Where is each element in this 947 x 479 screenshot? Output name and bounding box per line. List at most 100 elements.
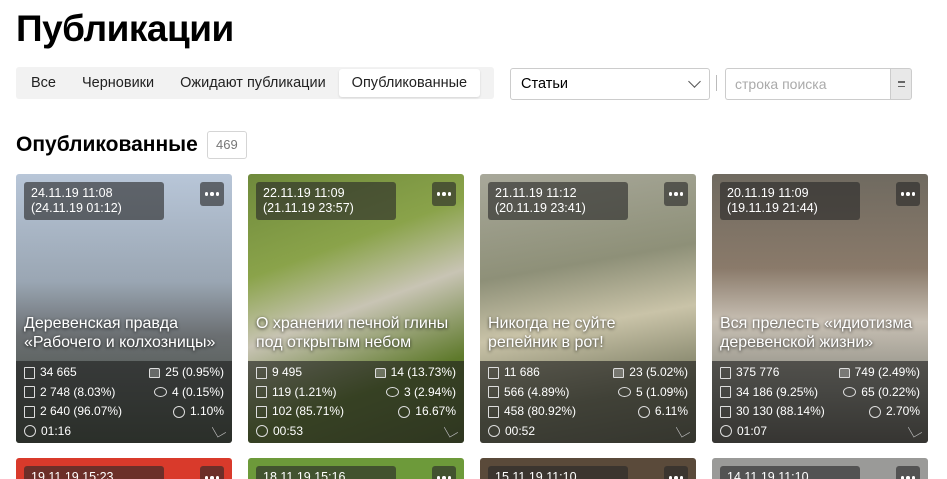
stat-right: 23 (5.02%)	[613, 365, 688, 380]
card-date: 22.11.19 11:09 (21.11.19 23:57)	[256, 182, 396, 220]
stats-row: 9 495 14 (13.73%)	[256, 365, 456, 380]
card-title: Никогда не суйте репейник в рот!	[488, 315, 616, 351]
stats-row: 01:07	[720, 421, 923, 439]
card-title: Деревенская правда «Рабочего и колхозниц…	[24, 315, 216, 351]
tab-all[interactable]: Все	[18, 69, 69, 97]
stat-right: 4 (0.15%)	[153, 385, 224, 400]
tab-drafts[interactable]: Черновики	[69, 69, 167, 97]
bars-icon	[172, 405, 185, 418]
attachment-icon	[907, 421, 923, 438]
card-stats: 9 495 14 (13.73%) 119 (1.21%) 3 (2.94%) 102 …	[248, 361, 464, 443]
engagement-value: 2.70%	[885, 404, 920, 418]
engagement-value: 1.10%	[189, 404, 224, 418]
card-title: О хранении печной глины под открытым неб…	[256, 315, 449, 351]
stat-left: 375 776	[720, 365, 779, 380]
more-options-button[interactable]	[664, 466, 688, 479]
card-stats: 11 686 23 (5.02%) 566 (4.89%) 5 (1.09%) 458 …	[480, 361, 696, 443]
created-date: (20.11.19 23:41)	[495, 201, 586, 215]
publication-card[interactable]: 24.11.19 11:08 (24.11.19 01:12) Деревенска…	[16, 174, 232, 443]
publish-date: 19.11.19 15:23	[31, 470, 114, 479]
finished-value: 458 (80.92%)	[504, 404, 577, 418]
publish-date: 18.11.19 15:16	[263, 470, 346, 479]
publish-date: 24.11.19 11:08	[31, 186, 113, 200]
card-title: Вся прелесть «идиотизма деревенской жизн…	[720, 315, 913, 351]
comment-icon	[843, 387, 857, 397]
publication-card[interactable]: 20.11.19 11:09 (19.11.19 21:44) Вся прелес…	[712, 174, 928, 443]
publish-date: 21.11.19 11:12	[495, 186, 577, 200]
read-time-value: 01:16	[41, 423, 72, 438]
more-options-button[interactable]	[896, 182, 920, 206]
stats-row: 458 (80.92%) 6.11%	[488, 404, 688, 419]
card-date: 14.11.19 11:10	[720, 466, 860, 479]
stat-left: 119 (1.21%)	[256, 385, 336, 400]
stat-left: 34 186 (9.25%)	[720, 385, 818, 400]
stat-left: 30 130 (88.14%)	[720, 404, 825, 419]
publish-date: 22.11.19 11:09	[263, 186, 345, 200]
views-value: 34 665	[40, 365, 77, 379]
publish-date: 15.11.19 11:10	[495, 470, 577, 479]
stat-right	[443, 421, 459, 438]
stat-right: 5 (1.09%)	[617, 385, 688, 400]
search-input[interactable]	[725, 68, 890, 100]
doc-icon	[488, 405, 499, 418]
stat-left: 00:53	[256, 424, 303, 439]
page-title: Публикации	[16, 8, 234, 49]
stats-row: 34 665 25 (0.95%)	[24, 365, 224, 380]
bars-icon	[868, 405, 881, 418]
finished-value: 2 640 (96.07%)	[40, 404, 123, 418]
more-options-button[interactable]	[896, 466, 920, 479]
finished-value: 30 130 (88.14%)	[736, 404, 825, 418]
more-options-button[interactable]	[432, 182, 456, 206]
stat-right	[675, 421, 691, 438]
stats-row: 2 640 (96.07%) 1.10%	[24, 404, 224, 419]
more-options-button[interactable]	[432, 466, 456, 479]
reads-value: 2 748 (8.03%)	[40, 384, 116, 399]
tab-scheduled[interactable]: Ожидают публикации	[167, 69, 339, 97]
views-value: 9 495	[272, 365, 303, 379]
comments-value: 65 (0.22%)	[861, 384, 920, 399]
publication-card[interactable]: 22.11.19 11:09 (21.11.19 23:57) О хранении…	[248, 174, 464, 443]
stat-right: 25 (0.95%)	[149, 365, 224, 380]
card-date: 19.11.19 15:23	[24, 466, 164, 479]
more-options-button[interactable]	[664, 182, 688, 206]
content-type-value: Статьи	[521, 76, 568, 92]
publication-card[interactable]: 15.11.19 11:10	[480, 458, 696, 479]
content-type-select[interactable]: Статьи	[510, 68, 710, 100]
more-options-button[interactable]	[200, 466, 224, 479]
publication-card[interactable]: 14.11.19 11:10	[712, 458, 928, 479]
thumb-up-icon	[613, 367, 625, 378]
stat-right: 749 (2.49%)	[838, 365, 920, 380]
stat-left: 566 (4.89%)	[488, 385, 569, 400]
search-settings-button[interactable]	[890, 68, 912, 100]
created-date: (19.11.19 21:44)	[727, 201, 818, 215]
engagement-value: 16.67%	[415, 404, 456, 418]
count-badge: 469	[207, 131, 247, 159]
stat-left: 34 665	[24, 365, 77, 380]
publication-tabs: Все Черновики Ожидают публикации Опублик…	[16, 67, 494, 99]
stat-right: 6.11%	[637, 404, 688, 419]
comment-icon	[617, 387, 631, 397]
stat-left: 9 495	[256, 365, 302, 380]
engagement-value: 6.11%	[654, 404, 688, 418]
section-title: Опубликованные	[16, 133, 198, 156]
publication-card[interactable]: 18.11.19 15:16	[248, 458, 464, 479]
doc-icon	[720, 366, 731, 379]
tab-published[interactable]: Опубликованные	[338, 69, 481, 97]
more-options-button[interactable]	[200, 182, 224, 206]
reads-value: 119 (1.21%)	[272, 384, 337, 399]
stats-row: 102 (85.71%) 16.67%	[256, 404, 456, 419]
thumb-up-icon	[374, 367, 386, 378]
stats-row: 566 (4.89%) 5 (1.09%)	[488, 385, 688, 400]
views-value: 375 776	[736, 365, 780, 379]
doc-icon	[720, 386, 731, 398]
clock-icon	[256, 425, 268, 437]
stat-left: 2 748 (8.03%)	[24, 385, 115, 400]
publication-card[interactable]: 21.11.19 11:12 (20.11.19 23:41) Никогда не…	[480, 174, 696, 443]
thumb-up-icon	[149, 367, 161, 378]
stat-right: 3 (2.94%)	[385, 385, 456, 400]
stats-row: 30 130 (88.14%) 2.70%	[720, 404, 920, 419]
card-date: 20.11.19 11:09 (19.11.19 21:44)	[720, 182, 860, 220]
publication-card[interactable]: 19.11.19 15:23	[16, 458, 232, 479]
read-time-value: 01:07	[737, 423, 768, 438]
likes-value: 14 (13.73%)	[390, 365, 456, 379]
